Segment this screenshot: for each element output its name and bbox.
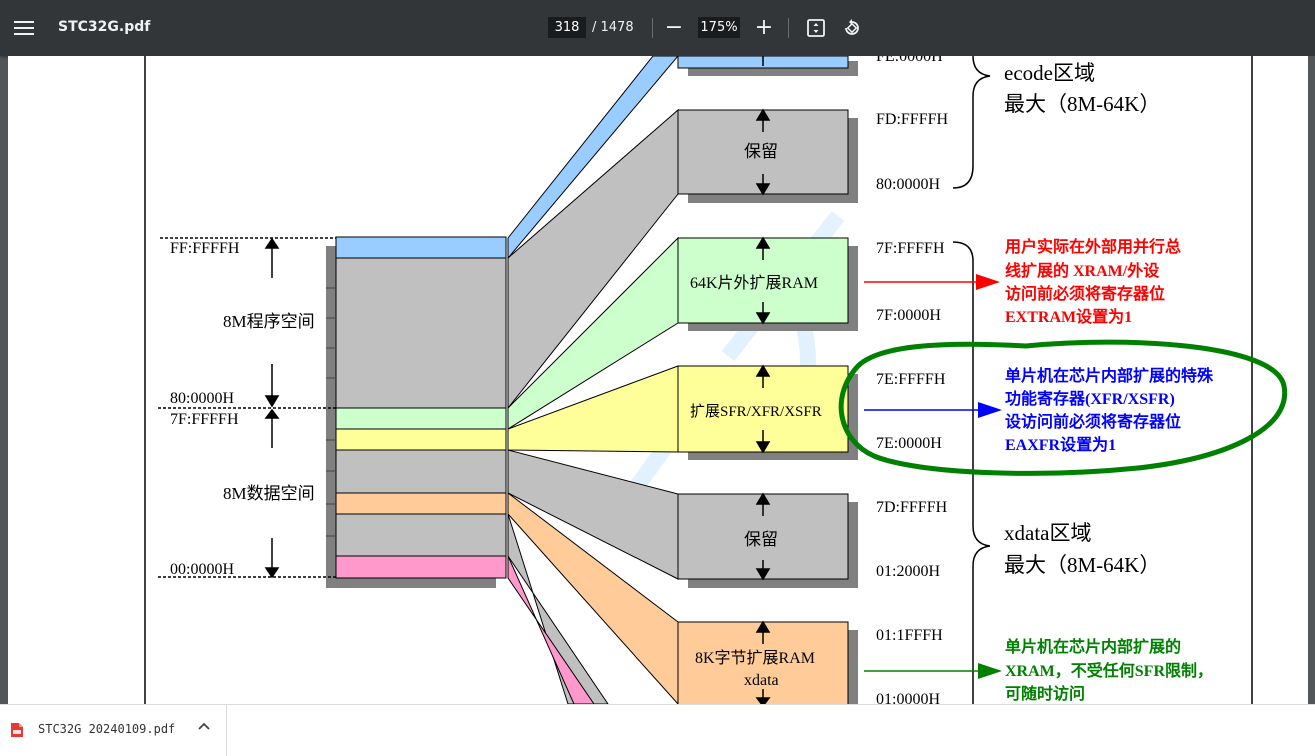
- addr-80-0000: 80:0000H: [876, 176, 940, 193]
- menu-icon[interactable]: [14, 18, 34, 38]
- red-arrowhead: [976, 274, 1000, 290]
- blue-note-line-4: EAXFR设置为1: [1005, 435, 1116, 454]
- blue-note-line-3: 设访问前必须将寄存器位: [1005, 412, 1181, 431]
- blue-note-line-1: 单片机在芯片内部扩展的特殊: [1005, 366, 1214, 385]
- toolbar-divider: [788, 18, 789, 38]
- document-title: STC32G.pdf: [58, 19, 151, 35]
- ecode-max: 最大（8M-64K）: [1004, 92, 1160, 116]
- xdata-max: 最大（8M-64K）: [1004, 553, 1160, 577]
- addr-01-1fff: 01:1FFFH: [876, 627, 943, 644]
- zoom-out-icon[interactable]: −: [664, 14, 684, 42]
- addr-fe-0000: FE:0000H: [876, 56, 943, 65]
- left-addr-00: 00:0000H: [170, 561, 234, 578]
- addr-01-2000: 01:2000H: [876, 563, 940, 580]
- addr-7d-ffff: 7D:FFFFH: [876, 499, 948, 516]
- box-8k-label-1: 8K字节扩展RAM: [695, 649, 815, 667]
- zoom-in-icon[interactable]: +: [754, 14, 774, 42]
- rotate-icon[interactable]: [842, 18, 862, 38]
- addr-7f-0000: 7F:0000H: [876, 307, 941, 324]
- addr-7f-ffff: 7F:FFFFH: [876, 240, 945, 257]
- addr-fd-ffff: FD:FFFFH: [876, 111, 948, 128]
- red-note-line-1: 用户实际在外部用并行总: [1005, 237, 1181, 256]
- blue-arrowhead: [978, 402, 1002, 418]
- ecode-brace: [952, 56, 991, 189]
- blue-note-line-2: 功能寄存器(XFR/XSFR): [1005, 389, 1175, 408]
- left-prog-space-label: 8M程序空间: [223, 312, 315, 331]
- addr-01-0000: 01:0000H: [876, 691, 940, 704]
- box-reserved-top-label: 保留: [744, 142, 778, 161]
- green-note-line-3: 可随时访问: [1005, 684, 1085, 703]
- toolbar-divider: [652, 18, 653, 38]
- box-8k-label-2: xdata: [744, 672, 779, 689]
- green-arrowhead: [978, 663, 1002, 679]
- left-addr-7f: 7F:FFFFH: [170, 411, 239, 428]
- left-addr-ff: FF:FFFFH: [170, 240, 240, 257]
- left-addr-80: 80:0000H: [170, 390, 234, 407]
- bar-gray-top: [335, 257, 507, 409]
- bar-orange: [335, 492, 507, 515]
- download-item[interactable]: STC32G 20240109.pdf: [0, 705, 227, 756]
- download-filename: STC32G 20240109.pdf: [38, 722, 176, 736]
- pdf-file-icon: [11, 723, 23, 737]
- page-total: / 1478: [592, 20, 634, 35]
- page-number-input[interactable]: 318: [548, 17, 586, 38]
- xdata-title: xdata区域: [1004, 521, 1091, 545]
- green-note-line-1: 单片机在芯片内部扩展的: [1005, 637, 1181, 656]
- green-note-line-2: XRAM，不受任何SFR限制，: [1005, 661, 1213, 680]
- bar-blue: [335, 236, 507, 259]
- box-64k-label: 64K片外扩展RAM: [690, 274, 818, 292]
- right-scroll-gutter[interactable]: [1308, 56, 1315, 704]
- addr-7e-ffff: 7E:FFFFH: [876, 371, 946, 388]
- pdf-toolbar: STC32G.pdf 318 / 1478 − 175% +: [0, 0, 1315, 56]
- zoom-level-input[interactable]: 175%: [698, 17, 740, 38]
- pdf-page: FF:FFFFH 8M程序空间 80:0000H 7F:FFFFH 8M数据空间…: [8, 56, 1308, 704]
- bar-gray-mid: [335, 449, 507, 494]
- left-data-space-label: 8M数据空间: [223, 484, 315, 503]
- memory-map-diagram: FF:FFFFH 8M程序空间 80:0000H 7F:FFFFH 8M数据空间…: [144, 56, 1288, 704]
- red-note-line-4: EXTRAM设置为1: [1005, 307, 1132, 326]
- bar-green: [335, 407, 507, 430]
- fit-page-icon[interactable]: [806, 18, 826, 38]
- box-reserved-bottom-label: 保留: [744, 530, 778, 549]
- addr-7e-0000: 7E:0000H: [876, 435, 942, 452]
- chevron-up-icon[interactable]: [196, 719, 212, 735]
- bar-gray-low: [335, 513, 507, 557]
- bar-pink: [335, 555, 507, 579]
- red-note-line-2: 线扩展的 XRAM/外设: [1005, 261, 1160, 280]
- download-shelf: STC32G 20240109.pdf: [0, 704, 1315, 756]
- bar-yellow: [335, 428, 507, 451]
- red-note-line-3: 访问前必须将寄存器位: [1005, 284, 1165, 303]
- box-sfr-label: 扩展SFR/XFR/XSFR: [690, 403, 822, 420]
- ecode-title: ecode区域: [1004, 61, 1095, 85]
